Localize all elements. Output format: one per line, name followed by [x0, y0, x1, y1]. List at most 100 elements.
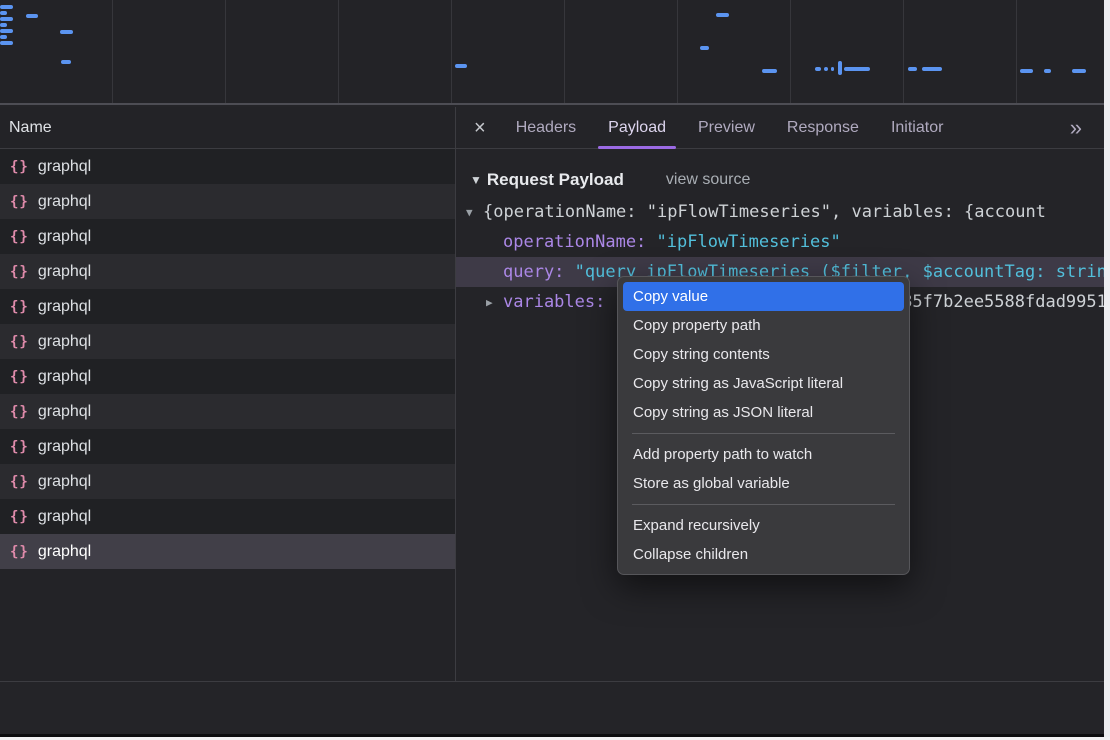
- payload-tree-row[interactable]: operationName: "ipFlowTimeseries": [456, 227, 1104, 257]
- request-name: graphql: [38, 508, 91, 526]
- request-name: graphql: [38, 403, 91, 421]
- menu-separator: [632, 504, 895, 505]
- tab-initiator[interactable]: Initiator: [875, 107, 959, 149]
- devtools-network-panel: Name {} graphql {} graphql {} graphql {} graphq…: [0, 0, 1110, 740]
- network-overview-timeline[interactable]: [0, 0, 1104, 105]
- json-fetch-icon: {}: [10, 404, 29, 420]
- page-background-right: [1104, 0, 1110, 737]
- request-name: graphql: [38, 193, 91, 211]
- request-list: {} graphql {} graphql {} graphql {} graphql {} gr…: [0, 149, 455, 569]
- tab-response[interactable]: Response: [771, 107, 875, 149]
- timeline-request-bar: [61, 60, 71, 64]
- timeline-request-bar: [815, 67, 821, 71]
- request-payload-section-header[interactable]: ▼ Request Payload view source: [456, 162, 1104, 197]
- request-name: graphql: [38, 333, 91, 351]
- payload-text-string: "ipFlowTimeseries": [657, 232, 841, 252]
- network-request-row[interactable]: {} graphql: [0, 219, 455, 254]
- network-request-row[interactable]: {} graphql: [0, 289, 455, 324]
- timeline-request-bar: [0, 29, 13, 33]
- expanded-arrow-icon[interactable]: ▼: [466, 206, 483, 219]
- network-request-row[interactable]: {} graphql: [0, 254, 455, 289]
- json-fetch-icon: {}: [10, 474, 29, 490]
- request-name: graphql: [38, 438, 91, 456]
- network-request-row[interactable]: {} graphql: [0, 499, 455, 534]
- request-name: graphql: [38, 368, 91, 386]
- context-menu: Copy valueCopy property pathCopy string …: [617, 276, 910, 575]
- network-request-row[interactable]: {} graphql: [0, 184, 455, 219]
- section-expanded-arrow-icon[interactable]: ▼: [470, 173, 482, 187]
- network-request-row[interactable]: {} graphql: [0, 534, 455, 569]
- tab-payload[interactable]: Payload: [592, 107, 682, 149]
- timeline-request-bar: [922, 67, 942, 71]
- timeline-request-bar: [838, 61, 842, 75]
- payload-text-key: variables:: [503, 292, 616, 312]
- timeline-request-bar: [26, 14, 38, 18]
- more-tabs-icon[interactable]: »: [1070, 117, 1082, 139]
- timeline-request-bar: [455, 64, 467, 68]
- requests-panel: Name {} graphql {} graphql {} graphql {} graphq…: [0, 107, 455, 681]
- name-column-header[interactable]: Name: [0, 107, 455, 149]
- menu-item-copy-property-path[interactable]: Copy property path: [623, 311, 904, 340]
- request-name: graphql: [38, 228, 91, 246]
- name-column-label: Name: [9, 119, 52, 137]
- timeline-request-bar: [0, 41, 13, 45]
- timeline-request-bar: [824, 67, 828, 71]
- menu-separator: [632, 433, 895, 434]
- timeline-request-bar: [1044, 69, 1051, 73]
- json-fetch-icon: {}: [10, 229, 29, 245]
- timeline-request-bar: [1020, 69, 1033, 73]
- timeline-request-bar: [0, 23, 7, 27]
- close-icon[interactable]: ×: [474, 118, 486, 138]
- timeline-request-bar: [700, 46, 709, 50]
- json-fetch-icon: {}: [10, 194, 29, 210]
- request-name: graphql: [38, 473, 91, 491]
- tab-preview[interactable]: Preview: [682, 107, 771, 149]
- timeline-request-bar: [0, 35, 7, 39]
- payload-tree-row[interactable]: ▼{operationName: "ipFlowTimeseries", var…: [456, 197, 1104, 227]
- request-name: graphql: [38, 298, 91, 316]
- section-title: Request Payload: [487, 170, 624, 190]
- request-name: graphql: [38, 263, 91, 281]
- menu-item-add-property-path-to-watch[interactable]: Add property path to watch: [623, 440, 904, 469]
- network-request-row[interactable]: {} graphql: [0, 359, 455, 394]
- timeline-request-bar: [716, 13, 729, 17]
- tab-headers[interactable]: Headers: [500, 107, 592, 149]
- menu-item-expand-recursively[interactable]: Expand recursively: [623, 511, 904, 540]
- timeline-request-bar: [60, 30, 73, 34]
- network-request-row[interactable]: {} graphql: [0, 394, 455, 429]
- json-fetch-icon: {}: [10, 159, 29, 175]
- network-request-row[interactable]: {} graphql: [0, 149, 455, 184]
- json-fetch-icon: {}: [10, 264, 29, 280]
- json-fetch-icon: {}: [10, 439, 29, 455]
- network-request-row[interactable]: {} graphql: [0, 324, 455, 359]
- timeline-request-bar: [844, 67, 870, 71]
- json-fetch-icon: {}: [10, 509, 29, 525]
- timeline-request-bar: [0, 17, 13, 21]
- menu-item-copy-string-as-json-literal[interactable]: Copy string as JSON literal: [623, 398, 904, 427]
- json-fetch-icon: {}: [10, 544, 29, 560]
- detail-tabbar: × HeadersPayloadPreviewResponseInitiator…: [456, 107, 1104, 149]
- menu-item-collapse-children[interactable]: Collapse children: [623, 540, 904, 569]
- tab-list: HeadersPayloadPreviewResponseInitiator: [500, 107, 960, 148]
- request-name: graphql: [38, 543, 91, 561]
- view-source-link[interactable]: view source: [666, 171, 750, 189]
- payload-text-key: operationName:: [503, 232, 657, 252]
- menu-item-copy-string-contents[interactable]: Copy string contents: [623, 340, 904, 369]
- json-fetch-icon: {}: [10, 369, 29, 385]
- json-fetch-icon: {}: [10, 299, 29, 315]
- request-name: graphql: [38, 158, 91, 176]
- json-fetch-icon: {}: [10, 334, 29, 350]
- menu-item-copy-value[interactable]: Copy value: [623, 282, 904, 311]
- footer-area: [0, 682, 1104, 734]
- timeline-request-bar: [831, 67, 834, 71]
- timeline-request-bar: [762, 69, 777, 73]
- payload-text-preview: {operationName: "ipFlowTimeseries", vari…: [483, 202, 1046, 222]
- timeline-request-bar: [1072, 69, 1086, 73]
- collapsed-arrow-icon[interactable]: ▶: [486, 296, 503, 309]
- timeline-request-bar: [908, 67, 917, 71]
- network-request-row[interactable]: {} graphql: [0, 464, 455, 499]
- menu-item-store-as-global-variable[interactable]: Store as global variable: [623, 469, 904, 498]
- menu-item-copy-string-as-javascript-literal[interactable]: Copy string as JavaScript literal: [623, 369, 904, 398]
- payload-text-key: query:: [503, 262, 575, 282]
- network-request-row[interactable]: {} graphql: [0, 429, 455, 464]
